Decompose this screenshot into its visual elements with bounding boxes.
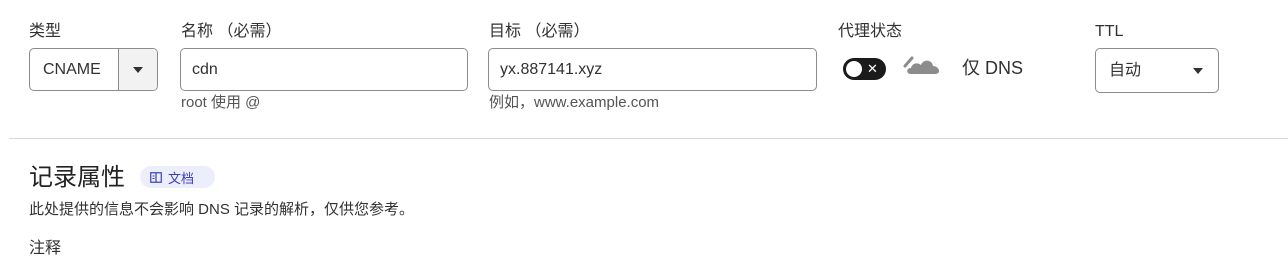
ttl-select[interactable]: 自动 [1095,48,1219,93]
ttl-label: TTL [1095,23,1124,40]
name-hint: root 使用 @ [181,94,261,111]
name-label: 名称 （必需） [181,23,282,40]
chevron-down-icon [1193,68,1203,74]
chevron-down-icon [133,66,143,73]
divider [9,138,1288,139]
type-select-value: CNAME [30,49,119,90]
type-select[interactable]: CNAME [29,48,158,91]
section-title: 记录属性 [29,164,125,191]
target-hint: 例如，www.example.com [489,94,660,111]
target-input[interactable]: yx.887141.xyz [488,48,817,91]
close-icon: ✕ [867,61,878,76]
target-label: 目标 （必需） [489,23,590,40]
cloud-dns-only-icon [903,56,940,74]
book-icon [150,171,162,183]
proxy-status-label: 代理状态 [838,23,903,40]
name-input[interactable]: cdn [180,48,468,91]
proxy-toggle[interactable]: ✕ [843,58,886,80]
toggle-knob [846,61,862,77]
type-label: 类型 [29,23,62,40]
type-select-toggle[interactable] [119,49,157,90]
docs-link[interactable]: 文档 [140,166,215,188]
docs-link-label: 文档 [168,170,195,186]
comment-label: 注释 [29,240,62,257]
ttl-select-value: 自动 [1109,62,1142,79]
section-description: 此处提供的信息不会影响 DNS 记录的解析，仅供您参考。 [29,201,415,218]
proxy-status-text: 仅 DNS [962,58,1024,78]
